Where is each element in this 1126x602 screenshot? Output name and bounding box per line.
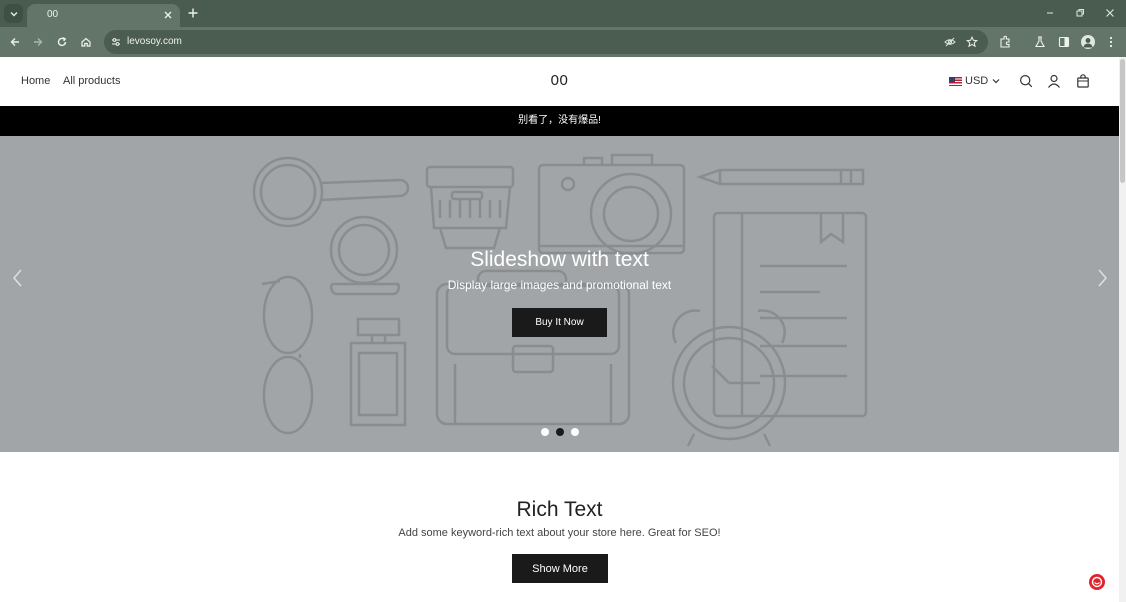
announcement-text: 别看了，没有爆品! <box>518 115 601 126</box>
address-bar[interactable]: levosoy.com <box>104 30 988 54</box>
browser-toolbar: levosoy.com <box>0 27 1126 57</box>
eye-off-icon[interactable] <box>944 36 956 48</box>
rich-text-section: Rich Text Add some keyword-rich text abo… <box>0 452 1119 602</box>
profile-avatar[interactable] <box>1081 35 1095 49</box>
star-icon[interactable] <box>966 36 978 48</box>
announcement-bar: 别看了，没有爆品! <box>0 106 1119 136</box>
new-tab-plus-icon[interactable] <box>187 7 199 19</box>
person-icon <box>1083 38 1093 48</box>
cart-bag-icon[interactable] <box>1076 74 1090 88</box>
hero-slideshow: Slideshow with text Display large images… <box>0 136 1119 452</box>
scrollbar-thumb[interactable] <box>1120 59 1125 183</box>
back-button[interactable] <box>7 34 23 50</box>
account-icon[interactable] <box>1047 74 1061 88</box>
minimize-icon[interactable] <box>1044 7 1056 19</box>
page-scrollbar[interactable] <box>1119 57 1126 602</box>
close-icon[interactable] <box>162 9 174 21</box>
rich-text-body: Add some keyword-rich text about your st… <box>398 527 721 539</box>
tab-title: 00 <box>47 9 59 20</box>
restore-icon[interactable] <box>1074 7 1086 19</box>
chat-widget-button[interactable] <box>1089 574 1105 590</box>
slide-title: Slideshow with text <box>470 248 649 271</box>
slide-dot-1[interactable] <box>541 428 549 436</box>
home-icon <box>81 37 91 47</box>
side-panel-icon[interactable] <box>1057 35 1071 49</box>
currency-selector[interactable]: USD <box>949 74 1001 88</box>
slide-dot-2[interactable] <box>556 428 564 436</box>
browser-tab[interactable]: 00 <box>27 4 180 27</box>
tab-search-button[interactable] <box>4 4 23 23</box>
currency-label: USD <box>965 75 989 87</box>
site-header: Home All products 00 USD <box>0 57 1119 106</box>
page-viewport: Home All products 00 USD 别看了，没有爆品! Slide… <box>0 57 1119 602</box>
us-flag-icon <box>949 76 962 86</box>
slide-background-illustration <box>252 153 868 447</box>
chevron-down-icon <box>992 79 1000 84</box>
forward-button[interactable] <box>30 34 46 50</box>
close-window-icon[interactable] <box>1104 7 1116 19</box>
menu-kebab-icon[interactable] <box>1104 35 1118 49</box>
reload-icon <box>57 36 67 47</box>
home-button[interactable] <box>78 34 94 50</box>
url-text[interactable]: levosoy.com <box>127 36 182 47</box>
chevron-down-icon <box>10 11 17 16</box>
labs-flask-icon[interactable] <box>1033 35 1047 49</box>
arrow-right-icon <box>34 38 43 46</box>
slide-pagination <box>541 428 579 436</box>
chat-icon <box>1091 576 1103 588</box>
arrow-left-icon <box>10 38 19 46</box>
slide-subtitle: Display large images and promotional tex… <box>447 278 672 292</box>
search-icon[interactable] <box>1019 74 1033 88</box>
buy-it-now-button[interactable]: Buy It Now <box>512 308 607 337</box>
site-settings-icon[interactable] <box>110 36 122 48</box>
show-more-button[interactable]: Show More <box>512 554 608 583</box>
reload-button[interactable] <box>54 34 70 50</box>
slide-dot-3[interactable] <box>571 428 579 436</box>
browser-tab-bar: 00 <box>0 0 1126 27</box>
rich-text-title: Rich Text <box>516 498 603 521</box>
extensions-icon[interactable] <box>998 35 1012 49</box>
